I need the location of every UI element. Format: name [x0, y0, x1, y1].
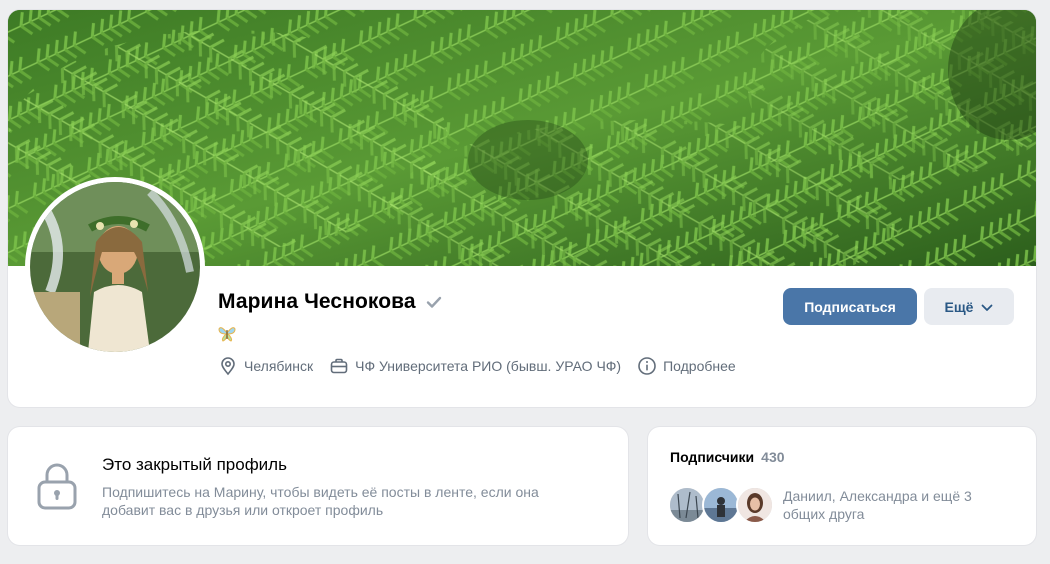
more-info-label: Подробнее: [663, 358, 736, 374]
followers-count: 430: [761, 449, 785, 465]
subscribe-button[interactable]: Подписаться: [783, 288, 917, 325]
friend-avatar[interactable]: [702, 486, 740, 524]
friend-avatar[interactable]: [736, 486, 774, 524]
info-university[interactable]: ЧФ Университета РИО (бывш. УРАО ЧФ): [329, 356, 621, 376]
mutual-friends-text[interactable]: Даниил, Александра и ещё 3 общих друга: [783, 487, 1013, 523]
closed-profile-title: Это закрытый профиль: [102, 455, 287, 474]
closed-profile-card: Это закрытый профиль Подпишитесь на Мари…: [8, 427, 628, 545]
more-actions-label: Ещё: [944, 298, 974, 315]
closed-profile-description: Подпишитесь на Марину, чтобы видеть её п…: [102, 484, 539, 518]
profile-info-row: Челябинск ЧФ Университета РИО (бывш. УРА…: [218, 356, 752, 376]
followers-header[interactable]: Подписчики 430: [670, 449, 785, 465]
profile-header-card: Марина Чеснокова Челябинск ЧФ Университе…: [8, 10, 1036, 407]
university-label: ЧФ Университета РИО (бывш. УРАО ЧФ): [355, 358, 622, 374]
info-more-link[interactable]: Подробнее: [637, 356, 736, 376]
followers-title: Подписчики: [670, 449, 755, 465]
chevron-down-icon: [981, 299, 993, 315]
location-pin-icon: [218, 356, 238, 376]
mutual-friends-avatars[interactable]: [668, 486, 774, 524]
verified-check-icon: [426, 294, 442, 310]
profile-avatar[interactable]: [25, 177, 205, 357]
more-actions-button[interactable]: Ещё: [924, 288, 1014, 325]
butterfly-icon[interactable]: [217, 323, 237, 348]
info-city: Челябинск: [218, 356, 313, 376]
info-circle-icon: [637, 356, 657, 376]
briefcase-icon: [329, 356, 349, 376]
name-row: Марина Чеснокова: [218, 290, 442, 314]
friend-avatar[interactable]: [668, 486, 706, 524]
profile-name: Марина Чеснокова: [218, 290, 416, 313]
lock-icon: [36, 462, 78, 515]
city-label: Челябинск: [244, 358, 314, 374]
followers-card[interactable]: Подписчики 430 Даниил, Александра и ещё …: [648, 427, 1036, 545]
